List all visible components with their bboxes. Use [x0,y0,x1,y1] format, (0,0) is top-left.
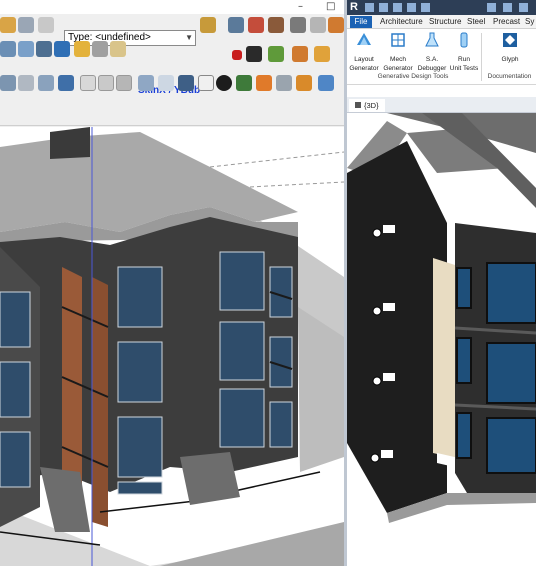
revit-logo-icon[interactable]: R [350,1,360,13]
toolbar-row-2: SkinX / YBub [0,38,344,96]
glyph-button[interactable]: Glyph [493,31,527,63]
run-tests-icon [460,32,468,48]
scale-icon[interactable] [328,17,344,33]
top-view-icon[interactable] [98,75,114,91]
shaded-icon[interactable] [178,75,194,91]
mech-generator-label-2: Generator [383,65,413,72]
building-model-iso [0,127,344,566]
push-pull-icon[interactable] [92,41,108,57]
paint-icon[interactable] [248,17,264,33]
move-icon[interactable] [290,17,306,33]
mech-generator-button[interactable]: Mech Generator [381,31,415,72]
redo-icon[interactable] [407,3,416,12]
layout-generator-icon [357,33,371,45]
tab-file[interactable]: File [350,16,372,28]
run-unit-tests-label-1: Run [458,56,470,63]
panel-title-generative-design: Generative Design Tools [377,73,449,80]
line-icon[interactable] [36,41,52,57]
text-icon[interactable] [519,3,528,12]
add-icon[interactable] [216,75,232,91]
mech-generator-label-1: Mech [390,56,406,63]
follow-me-icon[interactable] [110,41,126,57]
component-icon[interactable] [200,17,216,33]
toolbar-area: Type: <undefined> ▼ SkinX / YBub [0,14,344,126]
toolbar-row-1: Type: <undefined> ▼ [0,14,344,46]
panel-separator [481,33,482,81]
revit-3d-viewport[interactable] [347,113,536,566]
sketchup-window: – □ Type: <undefined> ▼ [0,0,344,566]
arc-icon[interactable] [54,41,70,57]
tab-3d-view[interactable]: {3D} [349,99,385,112]
front-view-icon[interactable] [116,75,132,91]
camera-icon[interactable] [228,17,244,33]
minimize-button[interactable]: – [298,1,303,12]
record-icon[interactable] [232,50,242,60]
play-icon[interactable] [246,46,262,62]
pan-icon[interactable] [18,75,34,91]
undo-icon[interactable] [393,3,402,12]
eraser-icon[interactable] [18,41,34,57]
folder-icon[interactable] [0,17,16,33]
sketchup-3d-viewport[interactable] [0,127,344,566]
toolbar-row-3 [0,72,344,94]
rotate-icon[interactable] [310,17,326,33]
terrain-icon[interactable] [236,75,252,91]
run-unit-tests-button[interactable]: Run Unit Tests [447,31,481,72]
3d-view-icon [355,102,361,108]
view-icon[interactable] [18,17,34,33]
curve-icon[interactable] [268,46,284,62]
layout-generator-button[interactable]: Layout Generator [347,31,381,72]
pencil-icon[interactable] [292,46,308,62]
monochrome-icon[interactable] [198,75,214,91]
tab-structure[interactable]: Structure [429,17,461,26]
layout-generator-label-2: Generator [349,65,379,72]
sa-debugger-label-1: S.A. [425,56,439,63]
tab-3d-view-label: {3D} [364,101,379,110]
extension-icon[interactable] [318,75,334,91]
view-tab-bar: {3D} [347,97,536,113]
save-icon[interactable] [379,3,388,12]
sa-debugger-label-2: Debugger [417,65,447,72]
sandbox-icon[interactable] [256,75,272,91]
tab-precast[interactable]: Precast [493,17,520,26]
tab-architecture[interactable]: Architecture [380,17,423,26]
glyph-icon [503,33,517,47]
measure-icon[interactable] [487,3,496,12]
layout-generator-label-1: Layout [354,56,374,63]
sa-debugger-button[interactable]: S.A. Debugger [415,31,449,72]
iso-view-icon[interactable] [80,75,96,91]
zoom-extents-icon[interactable] [58,75,74,91]
orbit-icon[interactable] [0,75,16,91]
revit-titlebar: R [347,0,536,15]
ribbon-tabs: File Architecture Structure Steel Precas… [347,15,536,29]
xray-icon[interactable] [138,75,154,91]
ribbon-panel: Layout Generator Mech Generator S.A. Deb… [347,29,536,85]
left-titlebar: – □ [0,0,344,14]
revit-window: R File Architecture Structure Steel Prec… [347,0,536,566]
run-unit-tests-label-2: Unit Tests [449,65,479,72]
flask-icon [425,32,439,47]
wireframe-icon[interactable] [158,75,174,91]
building-model-3d [347,113,536,523]
mech-generator-icon [391,33,405,47]
tool-icon[interactable] [38,17,54,33]
open-icon[interactable] [365,3,374,12]
panel-title-documentation: Documentation [487,73,532,80]
warehouse-icon[interactable] [296,75,312,91]
box-icon[interactable] [74,41,90,57]
section-icon[interactable] [268,17,284,33]
tag-icon[interactable] [503,3,512,12]
tab-systems[interactable]: Sy [525,17,534,26]
grid-icon[interactable] [276,75,292,91]
print-icon[interactable] [421,3,430,12]
zoom-icon[interactable] [38,75,54,91]
select-icon[interactable] [0,41,16,57]
glyph-label: Glyph [501,56,519,63]
wand-icon[interactable] [314,46,330,62]
tab-steel[interactable]: Steel [467,17,485,26]
maximize-button[interactable]: □ [326,1,335,12]
